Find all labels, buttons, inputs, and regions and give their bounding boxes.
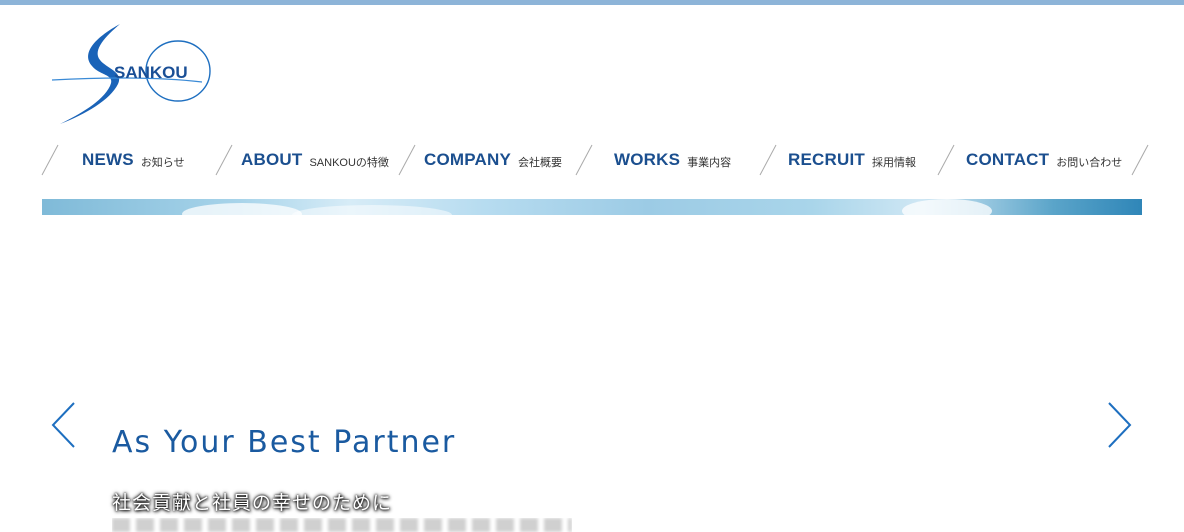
nav-item-works[interactable]: WORKS 事業内容 bbox=[614, 140, 731, 180]
hero-secondary-line-clipped bbox=[112, 518, 572, 532]
nav-label-en: CONTACT bbox=[966, 150, 1050, 169]
hero-sky-image bbox=[42, 199, 1142, 215]
nav-label-en: RECRUIT bbox=[788, 150, 865, 169]
nav-item-recruit[interactable]: RECRUIT 採用情報 bbox=[788, 140, 916, 180]
nav-label-en: NEWS bbox=[82, 150, 134, 169]
nav-label-en: WORKS bbox=[614, 150, 681, 169]
nav-item-about[interactable]: ABOUT SANKOUの特徴 bbox=[241, 140, 389, 180]
nav-divider bbox=[759, 144, 777, 176]
nav-divider bbox=[575, 144, 593, 176]
nav-divider bbox=[1131, 144, 1149, 176]
nav-divider bbox=[398, 144, 416, 176]
nav-label-ja: 事業内容 bbox=[687, 156, 732, 169]
nav-divider bbox=[215, 144, 233, 176]
nav-label-ja: お問い合わせ bbox=[1056, 156, 1123, 169]
main-navigation: NEWS お知らせ ABOUT SANKOUの特徴 COMPANY 会社概要 W… bbox=[40, 140, 1152, 180]
nav-item-news[interactable]: NEWS お知らせ bbox=[82, 140, 185, 180]
slider-next-button[interactable] bbox=[1105, 400, 1135, 450]
hero-headline: As Your Best Partner bbox=[112, 425, 457, 460]
nav-label-ja: SANKOUの特徴 bbox=[309, 156, 389, 169]
chevron-right-icon bbox=[1108, 402, 1132, 448]
nav-divider bbox=[41, 144, 59, 176]
nav-item-company[interactable]: COMPANY 会社概要 bbox=[424, 140, 562, 180]
nav-item-contact[interactable]: CONTACT お問い合わせ bbox=[966, 140, 1122, 180]
sankou-logo-mark: SANKOU bbox=[51, 24, 211, 124]
nav-label-ja: 会社概要 bbox=[518, 156, 563, 169]
nav-label-ja: 採用情報 bbox=[871, 156, 916, 169]
sankou-logo[interactable]: SANKOU bbox=[50, 22, 215, 127]
nav-label-en: COMPANY bbox=[424, 150, 512, 169]
nav-label-en: ABOUT bbox=[241, 150, 303, 169]
logo-wordmark: SANKOU bbox=[114, 63, 188, 82]
chevron-left-icon bbox=[51, 402, 75, 448]
nav-divider bbox=[937, 144, 955, 176]
slider-prev-button[interactable] bbox=[50, 400, 80, 450]
nav-label-ja: お知らせ bbox=[140, 156, 185, 169]
hero-subline: 社会貢献と社員の幸せのために bbox=[112, 492, 393, 514]
top-accent-bar bbox=[0, 0, 1184, 5]
